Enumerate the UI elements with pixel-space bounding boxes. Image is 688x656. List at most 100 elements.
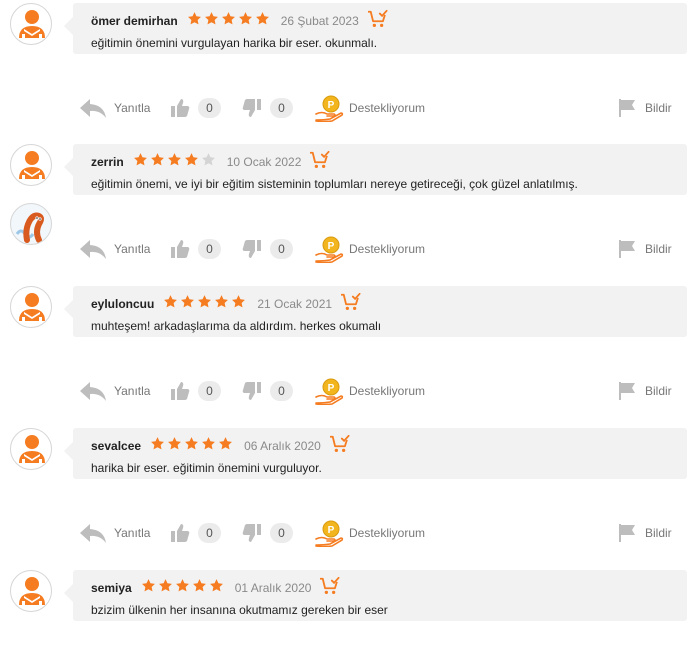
username[interactable]: semiya: [91, 581, 132, 595]
like-button[interactable]: 0: [170, 518, 221, 548]
reply-icon: [78, 97, 108, 119]
svg-text:P: P: [328, 100, 335, 111]
username[interactable]: zerrin: [91, 155, 124, 169]
star-filled-icon: [238, 11, 255, 31]
review-bubble: semiya 01 Aralık 2020 bzizim ülkenin her…: [64, 570, 687, 621]
reply-label: Yanıtla: [114, 526, 151, 540]
thumbs-down-icon: [242, 523, 262, 543]
avatar[interactable]: [10, 428, 52, 470]
report-label: Bildir: [645, 101, 672, 115]
review-bubble: sevalcee 06 Aralık 2020 harika bir eser.…: [64, 428, 687, 479]
report-label: Bildir: [645, 384, 672, 398]
star-filled-icon: [231, 294, 248, 314]
reply-label: Yanıtla: [114, 101, 151, 115]
star-filled-icon: [201, 436, 218, 456]
review-actions: Yanıtla 0 0 P Destekliyorum Bildir: [78, 93, 678, 123]
review-bubble: ömer demirhan 26 Şubat 2023 eğitimin öne…: [64, 3, 687, 54]
reply-icon: [78, 522, 108, 544]
reply-button[interactable]: Yanıtla: [78, 234, 150, 264]
thumbs-down-icon: [242, 98, 262, 118]
review-date: 06 Aralık 2020: [244, 439, 321, 453]
star-filled-icon: [221, 11, 238, 31]
review-actions: Yanıtla 0 0 P Destekliyorum Bildir: [78, 518, 678, 548]
flag-icon: [617, 381, 637, 401]
star-filled-icon: [175, 578, 192, 598]
star-filled-icon: [163, 294, 180, 314]
support-coin-icon: P: [314, 377, 344, 405]
dislike-count: 0: [270, 523, 293, 543]
username[interactable]: ömer demirhan: [91, 14, 178, 28]
thumbs-up-icon: [170, 239, 190, 259]
like-button[interactable]: 0: [170, 376, 221, 406]
dislike-count: 0: [270, 98, 293, 118]
thumbs-up-icon: [170, 523, 190, 543]
avatar[interactable]: [10, 3, 52, 45]
flag-icon: [617, 98, 637, 118]
reply-button[interactable]: Yanıtla: [78, 376, 150, 406]
dislike-button[interactable]: 0: [242, 376, 293, 406]
rating-stars: [141, 578, 226, 598]
report-button[interactable]: Bildir: [617, 93, 672, 123]
svg-text:P: P: [328, 383, 335, 394]
rating-stars: [133, 152, 218, 172]
support-button[interactable]: P Destekliyorum: [314, 234, 425, 264]
avatar[interactable]: [10, 570, 52, 612]
star-filled-icon: [197, 294, 214, 314]
reply-icon: [78, 380, 108, 402]
review-text: harika bir eser. eğitimin önemini vurgul…: [91, 461, 322, 475]
star-filled-icon: [255, 11, 272, 31]
star-filled-icon: [167, 152, 184, 172]
rating-stars: [150, 436, 235, 456]
support-button[interactable]: P Destekliyorum: [314, 518, 425, 548]
star-empty-icon: [201, 152, 218, 172]
reply-label: Yanıtla: [114, 242, 151, 256]
avatar[interactable]: [10, 286, 52, 328]
username[interactable]: eyluloncuu: [91, 297, 154, 311]
like-count: 0: [198, 523, 221, 543]
reply-button[interactable]: Yanıtla: [78, 93, 150, 123]
dislike-count: 0: [270, 381, 293, 401]
star-filled-icon: [184, 152, 201, 172]
star-filled-icon: [187, 11, 204, 31]
reply-label: Yanıtla: [114, 384, 151, 398]
report-button[interactable]: Bildir: [617, 376, 672, 406]
report-button[interactable]: Bildir: [617, 234, 672, 264]
review-bubble: zerrin 10 Ocak 2022 eğitimin önemi, ve i…: [64, 144, 687, 195]
like-button[interactable]: 0: [170, 93, 221, 123]
dislike-button[interactable]: 0: [242, 93, 293, 123]
reply-icon: [78, 238, 108, 260]
like-count: 0: [198, 381, 221, 401]
review-text: bzizim ülkenin her insanına okutmamız ge…: [91, 603, 388, 617]
review-date: 01 Aralık 2020: [234, 581, 312, 595]
star-filled-icon: [192, 578, 209, 598]
flag-icon: [617, 523, 637, 543]
report-button[interactable]: Bildir: [617, 518, 672, 548]
review-date: 26 Şubat 2023: [280, 14, 359, 28]
support-label: Destekliyorum: [349, 384, 426, 398]
star-filled-icon: [204, 11, 221, 31]
rating-stars: [163, 294, 248, 314]
support-coin-icon: P: [314, 94, 344, 122]
support-button[interactable]: P Destekliyorum: [314, 376, 425, 406]
star-filled-icon: [184, 436, 201, 456]
avatar[interactable]: [10, 144, 52, 186]
thumbs-up-icon: [170, 381, 190, 401]
dislike-button[interactable]: 0: [242, 518, 293, 548]
review-text: eğitimin önemi, ve iyi bir eğitim sistem…: [91, 177, 578, 191]
username[interactable]: sevalcee: [91, 439, 141, 453]
star-filled-icon: [167, 436, 184, 456]
review-text: muhteşem! arkadaşlarıma da aldırdım. her…: [91, 319, 382, 333]
reply-button[interactable]: Yanıtla: [78, 518, 150, 548]
support-label: Destekliyorum: [349, 101, 426, 115]
review-header: eyluloncuu 21 Ocak 2021: [91, 292, 362, 314]
like-button[interactable]: 0: [170, 234, 221, 264]
star-filled-icon: [218, 436, 235, 456]
dislike-button[interactable]: 0: [242, 234, 293, 264]
avatar[interactable]: [10, 203, 52, 245]
cart-check-icon: [301, 150, 331, 175]
cart-check-icon: [311, 576, 341, 601]
support-label: Destekliyorum: [349, 242, 426, 256]
review-header: semiya 01 Aralık 2020: [91, 576, 341, 598]
svg-text:P: P: [328, 241, 335, 252]
support-button[interactable]: P Destekliyorum: [314, 93, 425, 123]
